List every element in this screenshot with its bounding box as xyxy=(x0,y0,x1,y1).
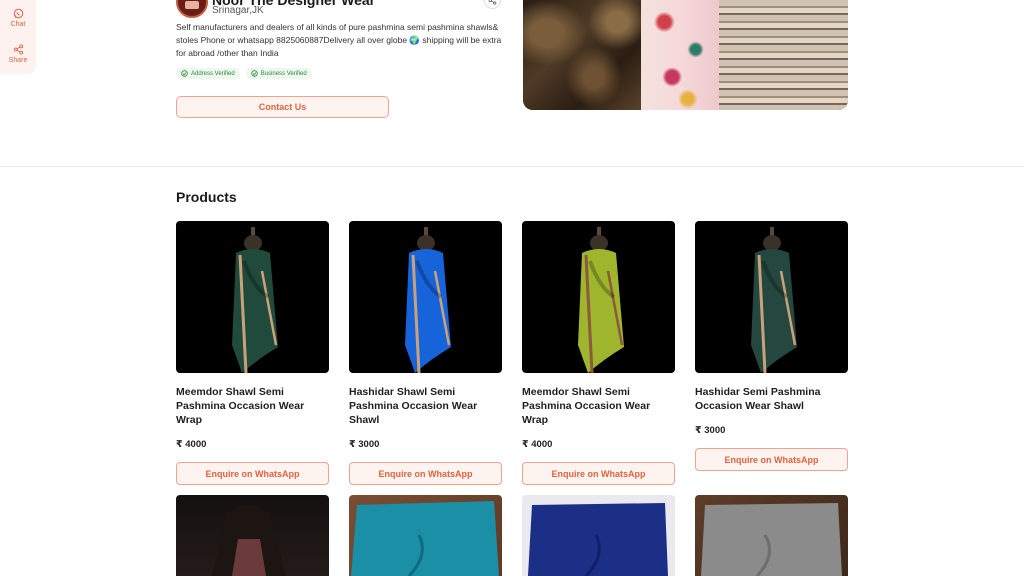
shawl-on-mannequin-image xyxy=(750,227,797,373)
store-logo xyxy=(176,0,208,18)
share-label: Share xyxy=(8,57,28,64)
products-heading: Products xyxy=(176,189,237,205)
store-description: Self manufacturers and dealers of all ki… xyxy=(176,22,502,58)
share-icon xyxy=(488,0,497,5)
product-image[interactable] xyxy=(176,495,329,576)
cover-shawl-panel xyxy=(641,0,719,110)
product-image[interactable] xyxy=(695,221,848,373)
product-price: ₹ 3000 xyxy=(695,425,726,436)
model-shawl-image xyxy=(212,505,286,576)
folded-fabric-image xyxy=(701,503,842,576)
product-title[interactable]: Hashidar Semi Pashmina Occasion Wear Sha… xyxy=(695,385,848,413)
product-price: ₹ 3000 xyxy=(349,439,380,450)
contact-us-button[interactable]: Contact Us xyxy=(176,96,389,118)
enquire-whatsapp-button[interactable]: Enquire on WhatsApp xyxy=(695,448,848,471)
product-card[interactable]: Meemdor Shawl Semi Pashmina Occasion Wea… xyxy=(176,221,329,485)
verification-badges: Address Verified Business Verified xyxy=(176,68,312,79)
product-image[interactable] xyxy=(695,495,848,576)
enquire-whatsapp-button[interactable]: Enquire on WhatsApp xyxy=(349,462,502,485)
side-action-rail: Chat Share xyxy=(0,0,36,74)
product-card[interactable]: Hashidar Semi Pashmina Occasion Wear Sha… xyxy=(695,221,848,471)
chat-label: Chat xyxy=(10,21,26,28)
product-card[interactable]: Hashidar Shawl Semi Pashmina Occasion We… xyxy=(349,221,502,485)
shawl-on-mannequin-image xyxy=(577,227,624,373)
badge-label: Business Verified xyxy=(260,70,307,77)
product-price: ₹ 4000 xyxy=(522,439,553,450)
enquire-whatsapp-button[interactable]: Enquire on WhatsApp xyxy=(176,462,329,485)
cover-shelves-panel xyxy=(719,0,848,110)
folded-fabric-image xyxy=(351,501,499,576)
business-verified-badge: Business Verified xyxy=(245,68,312,79)
check-circle-icon xyxy=(250,70,258,77)
whatsapp-icon xyxy=(13,8,23,19)
badge-label: Address Verified xyxy=(191,70,235,77)
store-location: Srinagar,JK xyxy=(212,5,264,16)
address-verified-badge: Address Verified xyxy=(176,68,240,79)
product-title[interactable]: Meemdor Shawl Semi Pashmina Occasion Wea… xyxy=(176,385,329,427)
enquire-whatsapp-button[interactable]: Enquire on WhatsApp xyxy=(522,462,675,485)
product-image[interactable] xyxy=(522,221,675,373)
product-card[interactable]: Meemdor Shawl Semi Pashmina Occasion Wea… xyxy=(522,221,675,485)
product-image[interactable] xyxy=(349,495,502,576)
folded-fabric-image xyxy=(528,503,668,576)
check-circle-icon xyxy=(181,70,188,77)
product-image[interactable] xyxy=(522,495,675,576)
product-image[interactable] xyxy=(349,221,502,373)
cover-marble-panel xyxy=(523,0,641,110)
product-price: ₹ 4000 xyxy=(176,439,207,450)
product-title[interactable]: Meemdor Shawl Semi Pashmina Occasion Wea… xyxy=(522,385,675,427)
section-divider xyxy=(0,166,1024,167)
store-cover-image xyxy=(523,0,848,110)
shawl-on-mannequin-image xyxy=(404,227,451,373)
chat-button[interactable]: Chat xyxy=(0,8,36,28)
product-image[interactable] xyxy=(176,221,329,373)
shawl-on-mannequin-image xyxy=(231,227,278,373)
share-icon xyxy=(13,44,23,55)
share-button[interactable]: Share xyxy=(0,44,36,64)
product-title[interactable]: Hashidar Shawl Semi Pashmina Occasion We… xyxy=(349,385,502,427)
share-store-button[interactable] xyxy=(484,0,501,9)
